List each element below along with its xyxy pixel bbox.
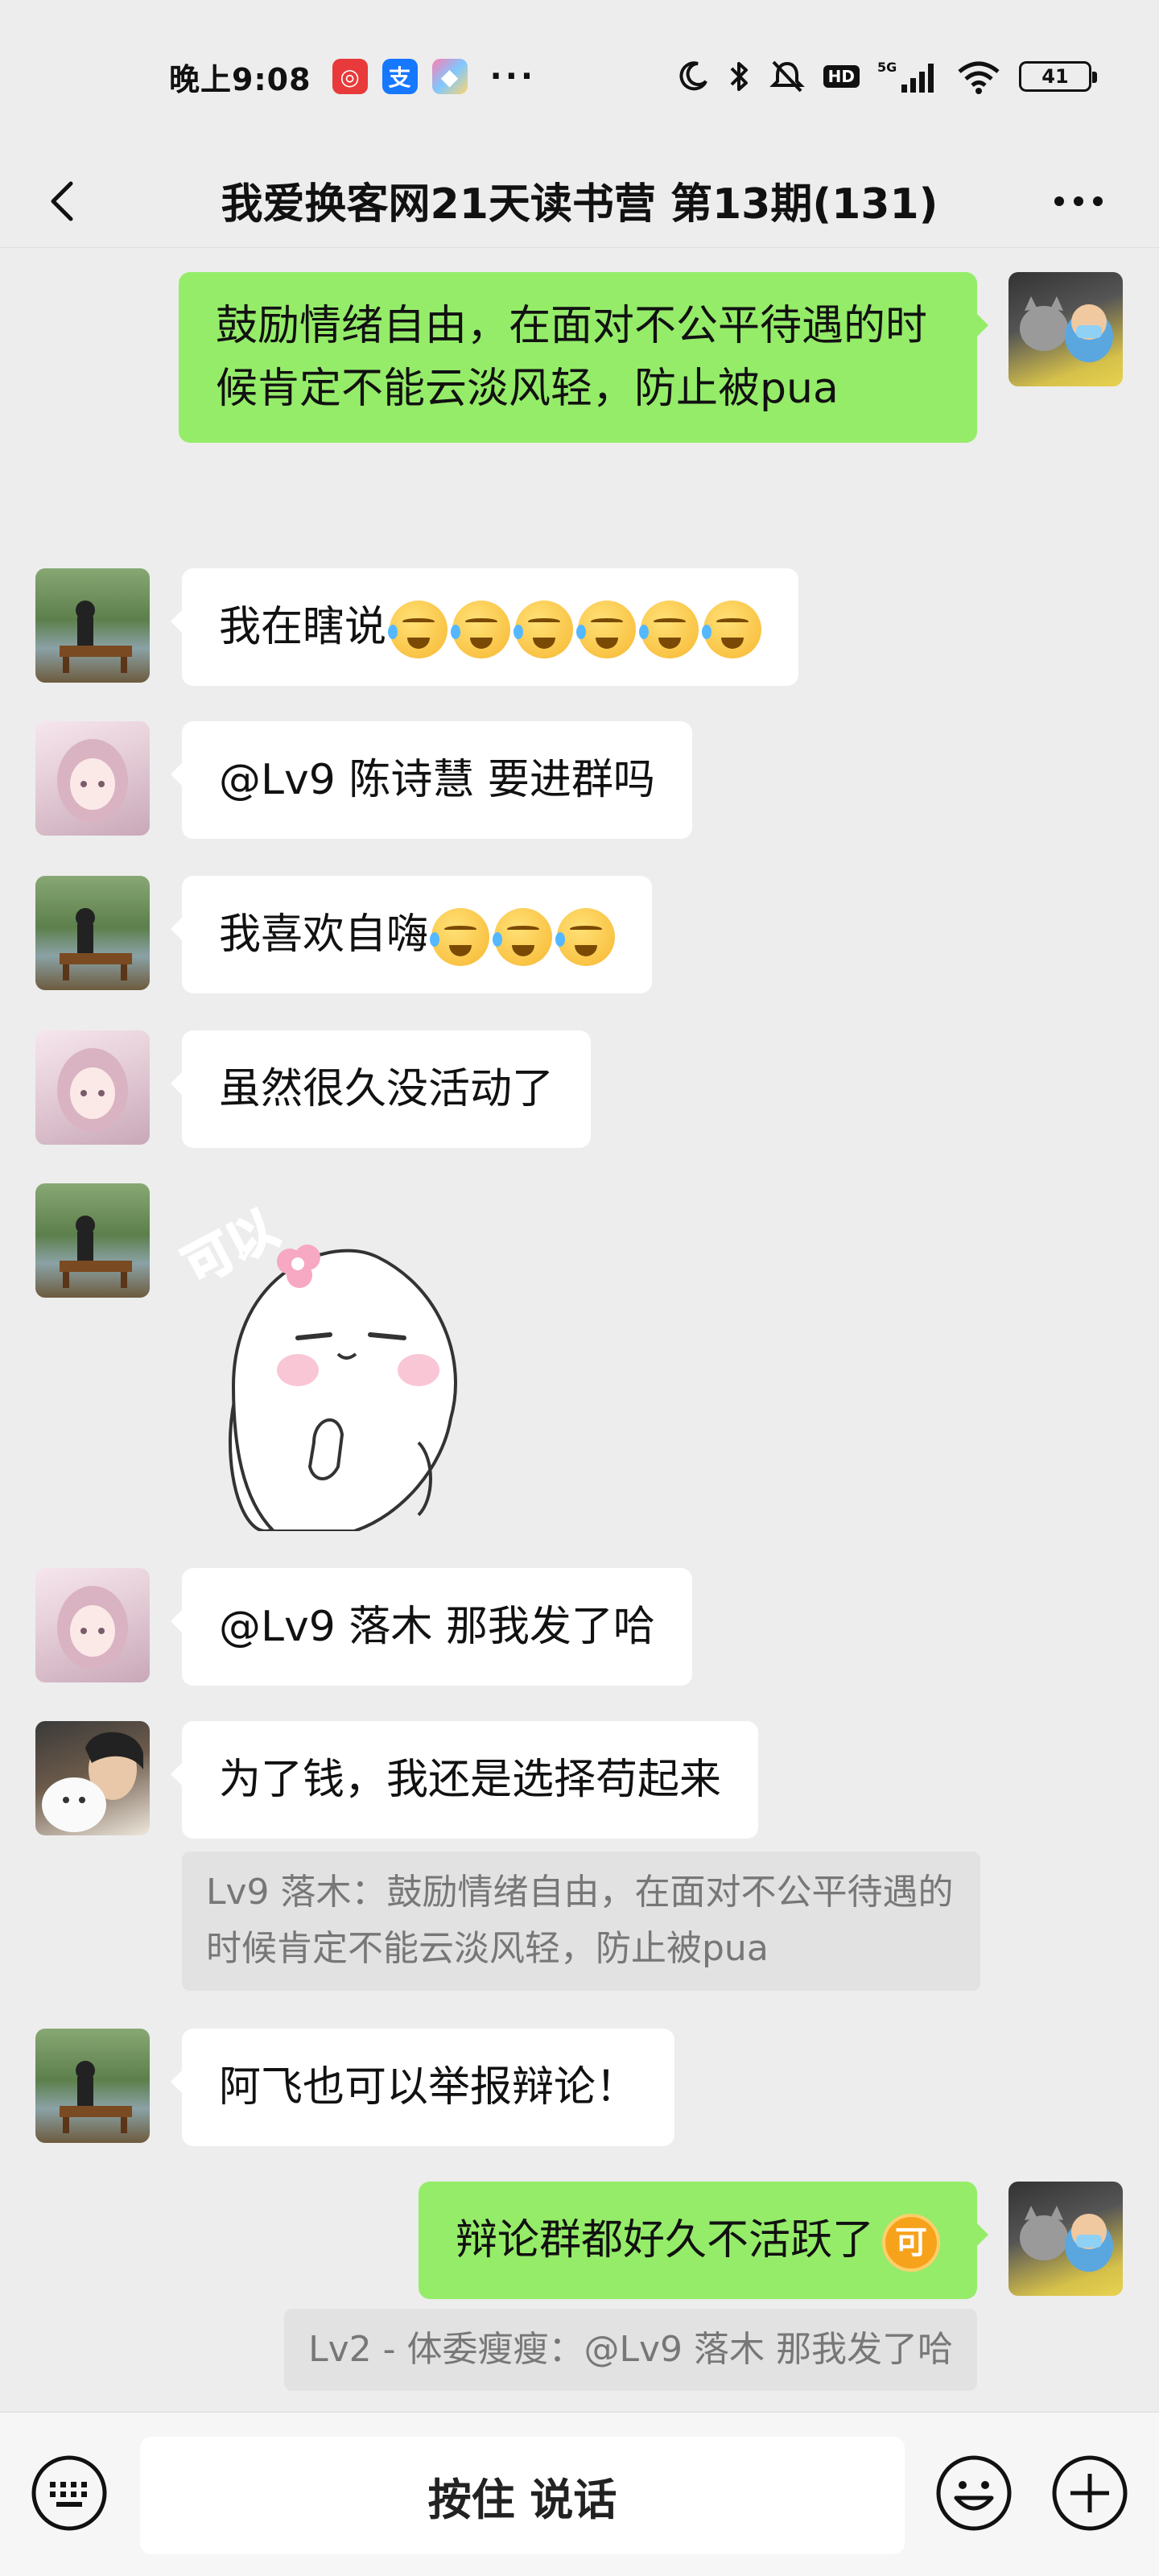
message-bubble-self[interactable]: 辩论群都好久不活跃了可: [418, 2182, 989, 2299]
status-time: 晚上9:08: [169, 61, 311, 97]
quoted-message[interactable]: Lv9 落木：鼓励情绪自由，在面对不公平待遇的时候肯定不能云淡风轻，防止被pua: [182, 1852, 980, 1991]
laugh-cry-emoji-icon: [514, 601, 574, 658]
app-icon: ◆: [431, 59, 468, 94]
member-avatar-landscape[interactable]: [35, 568, 150, 683]
message-text: 鼓励情绪自由，在面对不公平待遇的时候肯定不能云淡风轻，防止被pua: [216, 302, 928, 413]
member-avatar-person-with-cat[interactable]: [35, 1721, 150, 1835]
message-text: 虽然很久没活动了: [219, 1065, 555, 1113]
laugh-cry-emoji-icon: [702, 601, 762, 658]
wifi-icon: [956, 59, 1001, 94]
chat-header: 我爱换客网21天读书营 第13期(131): [0, 153, 1159, 248]
emoji-icon[interactable]: [934, 2453, 1014, 2533]
message-bubble[interactable]: 我在瞎说: [170, 568, 799, 686]
mute-icon: [769, 59, 806, 94]
back-icon[interactable]: [40, 177, 89, 225]
message-bubble[interactable]: 我喜欢自嗨: [170, 876, 653, 993]
message-text: @Lv9 陈诗慧 要进群吗: [219, 756, 655, 804]
chat-title: 我爱换客网21天读书营 第13期(131): [221, 180, 938, 229]
message-text: 我在瞎说: [219, 603, 387, 651]
laugh-cry-emoji-icon: [576, 601, 637, 658]
message-text: 为了钱，我还是选择苟起来: [219, 1756, 722, 1804]
member-avatar-anime-girl[interactable]: [35, 721, 150, 836]
keyboard-icon[interactable]: [29, 2453, 109, 2533]
message-text: 阿飞也可以举报辩论！: [219, 2063, 638, 2112]
message-bubble-self[interactable]: 鼓励情绪自由，在面对不公平待遇的时候肯定不能云淡风轻，防止被pua: [179, 272, 988, 443]
more-options-icon[interactable]: [1046, 177, 1111, 225]
member-avatar-anime-girl[interactable]: [35, 1030, 150, 1145]
netease-music-icon: ◎: [332, 59, 368, 94]
svg-text:5G: 5G: [877, 60, 897, 75]
chat-input-bar: 按住 说话: [0, 2412, 1159, 2576]
laugh-cry-emoji-icon: [388, 601, 448, 658]
message-text: @Lv9 落木 那我发了哈: [219, 1603, 655, 1651]
laugh-cry-emoji-icon: [555, 908, 616, 966]
laugh-cry-emoji-icon: [493, 908, 553, 966]
more-notifications-icon: ···: [489, 58, 537, 95]
rabbit-sticker[interactable]: 可以: [174, 1177, 515, 1533]
plus-icon[interactable]: [1050, 2453, 1130, 2533]
notification-icons: ◎ 支 ◆: [332, 59, 468, 94]
message-text: 我喜欢自嗨: [219, 910, 429, 959]
message-text: 辩论群都好久不活跃了: [455, 2216, 874, 2264]
status-bar: 晚上9:08 ◎ 支 ◆ ··· HD 5G 41: [0, 0, 1159, 153]
battery-icon: 41: [1019, 61, 1097, 92]
bluetooth-icon: [727, 59, 751, 94]
message-bubble[interactable]: @Lv9 陈诗慧 要进群吗: [171, 721, 692, 839]
member-avatar-landscape[interactable]: [35, 1183, 150, 1298]
quote-text: Lv2 - 体委瘦瘦：@Lv9 落木 那我发了哈: [308, 2329, 953, 2370]
member-avatar-landscape[interactable]: [35, 876, 150, 990]
message-bubble[interactable]: 为了钱，我还是选择苟起来: [170, 1721, 759, 1839]
emoji-row: [430, 908, 616, 966]
signal-icon: 5G: [877, 59, 938, 94]
alipay-icon: 支: [382, 59, 418, 94]
moon-icon: [677, 60, 709, 93]
laugh-cry-emoji-icon: [430, 908, 490, 966]
message-bubble[interactable]: 阿飞也可以举报辩论！: [170, 2029, 675, 2146]
message-bubble[interactable]: @Lv9 落木 那我发了哈: [171, 1568, 692, 1686]
laugh-cry-emoji-icon: [639, 601, 699, 658]
ke-emoji-icon: 可: [882, 2214, 940, 2272]
quoted-message[interactable]: Lv2 - 体委瘦瘦：@Lv9 落木 那我发了哈: [284, 2309, 977, 2392]
emoji-row: [388, 601, 762, 658]
hold-to-talk-button[interactable]: 按住 说话: [140, 2437, 905, 2554]
member-avatar-landscape[interactable]: [35, 2029, 150, 2143]
member-avatar-anime-girl[interactable]: [35, 1568, 150, 1682]
self-avatar[interactable]: [1008, 2182, 1123, 2296]
self-avatar[interactable]: [1008, 272, 1123, 386]
message-bubble[interactable]: 虽然很久没活动了: [170, 1030, 592, 1148]
laugh-cry-emoji-icon: [451, 601, 511, 658]
hd-voice-icon: HD: [823, 65, 860, 88]
quote-text: Lv9 落木：鼓励情绪自由，在面对不公平待遇的时候肯定不能云淡风轻，防止被pua: [206, 1872, 954, 1970]
